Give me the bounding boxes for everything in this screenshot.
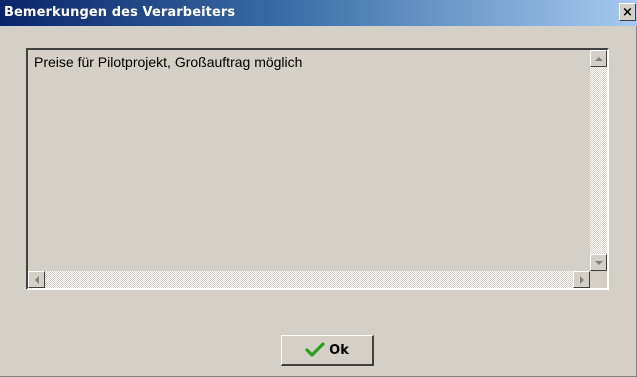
scroll-up-button[interactable]	[590, 50, 607, 67]
arrow-right-icon	[579, 275, 584, 284]
scroll-right-button[interactable]	[573, 271, 590, 288]
close-icon: ×	[622, 4, 633, 20]
arrow-down-icon	[594, 260, 603, 265]
arrow-left-icon	[34, 275, 39, 284]
scroll-down-button[interactable]	[590, 254, 607, 271]
checkmark-icon	[305, 342, 325, 357]
title-bar[interactable]: Bemerkungen des Verarbeiters ×	[0, 0, 637, 26]
scrollbar-corner	[590, 271, 607, 288]
scroll-left-button[interactable]	[28, 271, 45, 288]
vertical-scrollbar[interactable]	[590, 50, 607, 271]
remarks-text: Preise für Pilotprojekt, Großauftrag mög…	[34, 54, 303, 70]
dialog-window: Bemerkungen des Verarbeiters × Preise fü…	[0, 0, 637, 377]
ok-label: Ok	[329, 342, 349, 358]
remarks-memo[interactable]: Preise für Pilotprojekt, Großauftrag mög…	[26, 48, 609, 290]
horizontal-scrollbar[interactable]	[28, 271, 590, 288]
ok-button[interactable]: Ok	[281, 335, 374, 366]
arrow-up-icon	[594, 56, 603, 61]
close-button[interactable]: ×	[619, 3, 636, 21]
window-title: Bemerkungen des Verarbeiters	[4, 5, 236, 20]
